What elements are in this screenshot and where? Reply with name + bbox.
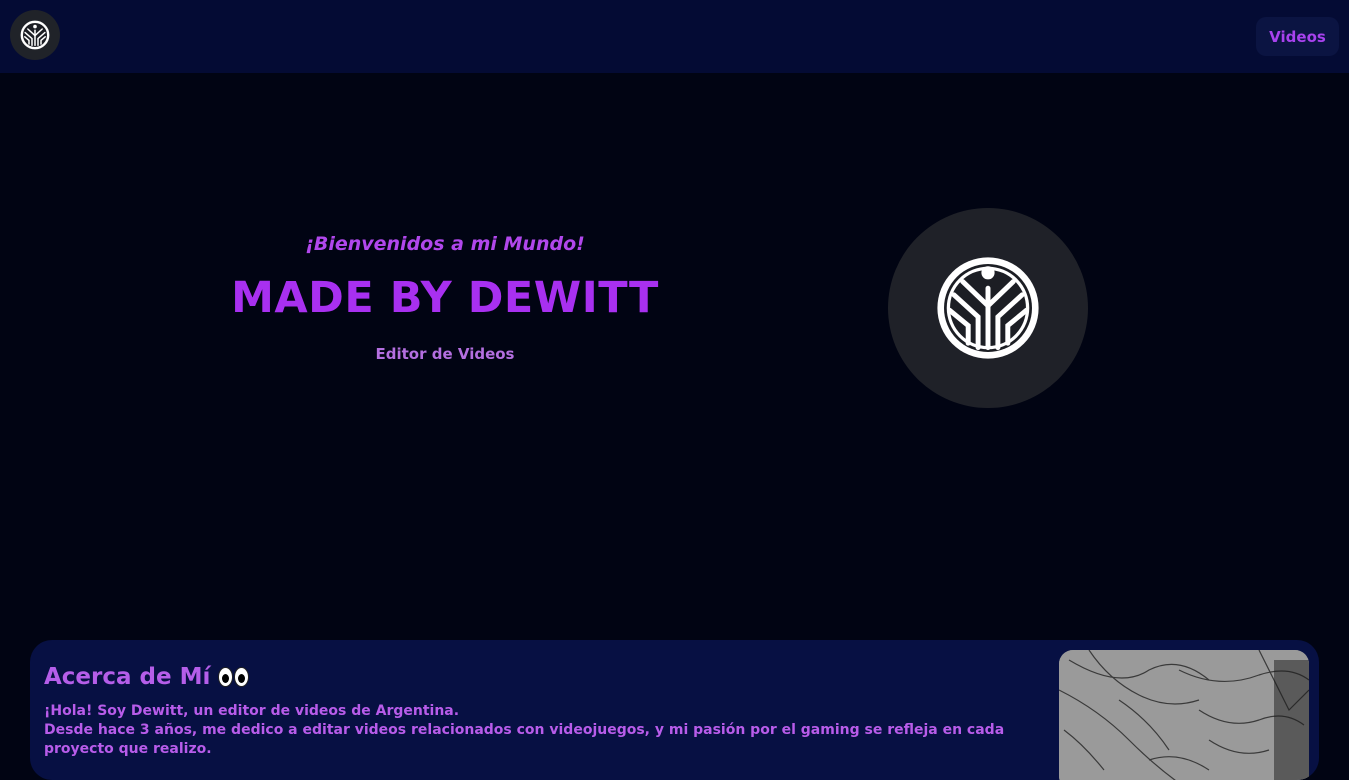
hero-welcome: ¡Bienvenidos a mi Mundo! <box>305 233 585 255</box>
hero-title: MADE BY DEWITT <box>231 273 659 323</box>
about-title-text: Acerca de Mí <box>44 664 211 690</box>
eyes-emoji-icon <box>218 667 250 687</box>
hero-section: ¡Bienvenidos a mi Mundo! MADE BY DEWITT … <box>0 73 1349 640</box>
about-description: ¡Hola! Soy Dewitt, un editor de videos d… <box>44 702 1054 759</box>
about-line-2: Desde hace 3 años, me dedico a editar vi… <box>44 722 1005 757</box>
dewitt-logo-icon <box>937 257 1039 359</box>
navbar: Videos <box>0 0 1349 73</box>
manga-character-image <box>1059 650 1309 780</box>
dewitt-logo-icon <box>20 20 50 50</box>
hero-text-block: ¡Bienvenidos a mi Mundo! MADE BY DEWITT … <box>145 233 745 363</box>
home-logo-button[interactable] <box>10 10 60 60</box>
hero-subtitle: Editor de Videos <box>375 345 515 363</box>
hero-avatar <box>888 208 1088 408</box>
about-line-1: ¡Hola! Soy Dewitt, un editor de videos d… <box>44 703 460 719</box>
about-title: Acerca de Mí <box>44 664 250 690</box>
about-card: Acerca de Mí ¡Hola! Soy Dewitt, un edito… <box>30 640 1319 780</box>
nav-videos-button[interactable]: Videos <box>1256 17 1339 56</box>
